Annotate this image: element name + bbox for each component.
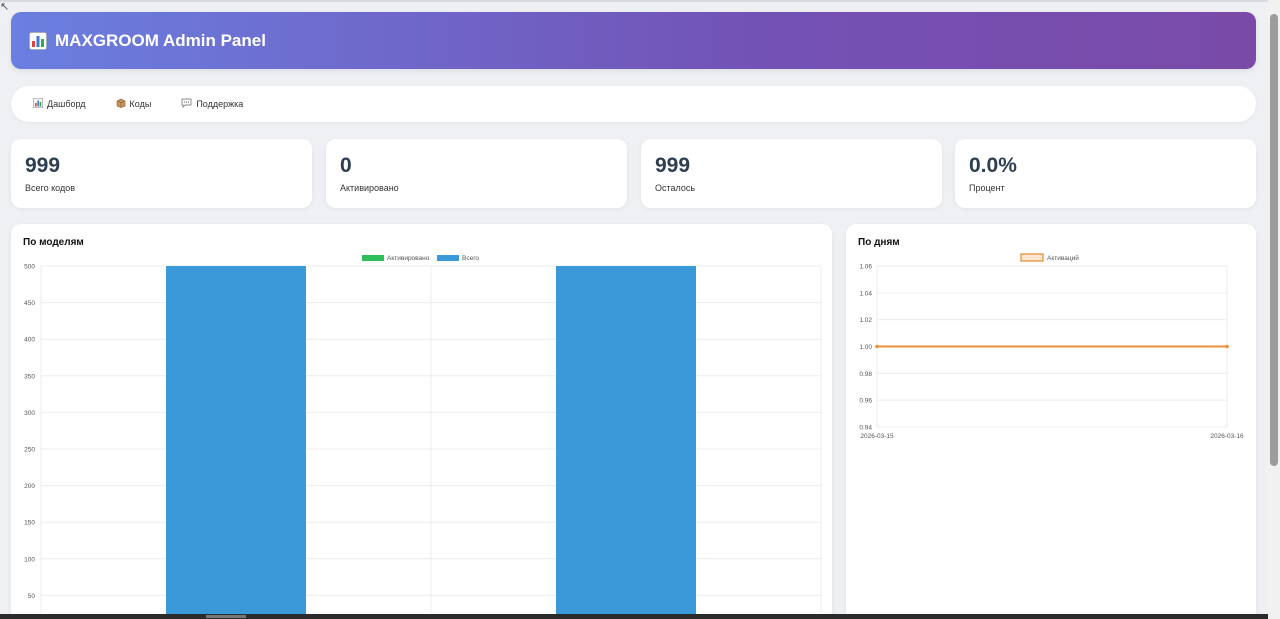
stat-value: 999 <box>25 154 61 177</box>
scrollbar-thumb[interactable] <box>206 615 246 618</box>
nav-label: Коды <box>129 99 152 109</box>
y-tick-label: 200 <box>24 483 35 490</box>
bar-chart-icon <box>33 97 43 111</box>
days-line-chart: 0.94 0.96 0.98 1.00 1.02 1.04 1.06 2026-03-15 20… <box>859 253 1244 440</box>
y-tick-label: 250 <box>24 447 35 454</box>
nav-item-support[interactable]: Поддержка <box>181 98 243 111</box>
legend-label: Активировано <box>387 255 430 262</box>
models-bar-chart: 50 100 150 200 250 300 350 400 450 500 Активирован… <box>24 255 822 619</box>
stat-value: 0.0% <box>969 154 1017 177</box>
y-tick-label: 350 <box>24 373 35 380</box>
data-point <box>1225 344 1229 349</box>
y-tick-label: 300 <box>24 410 35 417</box>
data-point <box>875 344 879 349</box>
y-tick-label: 1.02 <box>859 317 872 324</box>
stat-value: 999 <box>655 154 691 177</box>
bar-chart-icon <box>29 31 47 50</box>
bar-total <box>556 266 696 619</box>
legend-label: Всего <box>462 255 479 262</box>
package-icon <box>116 98 126 111</box>
stat-value: 0 <box>340 154 352 177</box>
y-tick-label: 1.06 <box>859 264 872 271</box>
mouse-cursor-icon: ↖ <box>0 1 10 13</box>
window-top-border <box>0 0 1268 2</box>
y-tick-label: 100 <box>24 556 35 563</box>
y-tick-label: 150 <box>24 520 35 527</box>
y-tick-label: 0.94 <box>859 425 872 432</box>
y-tick-label: 500 <box>24 264 35 271</box>
x-tick-label: 2026-03-16 <box>1210 433 1244 440</box>
y-tick-label: 1.00 <box>859 344 872 351</box>
x-tick-label: 2026-03-15 <box>860 433 894 440</box>
nav-item-dashboard[interactable]: Дашборд <box>33 97 86 111</box>
models-chart-panel: По моделям 50 100 150 200 250 300 350 400 450 500… <box>11 224 832 619</box>
main-nav: Дашборд Коды Поддержка <box>11 86 1256 122</box>
nav-label: Поддержка <box>196 99 244 109</box>
stat-label: Осталось <box>655 183 696 193</box>
y-tick-label: 0.96 <box>859 398 872 405</box>
y-tick-label: 450 <box>24 300 35 307</box>
stat-label: Активировано <box>340 183 399 193</box>
stat-card-activated: 0 Активировано <box>326 139 627 208</box>
horizontal-scrollbar[interactable] <box>0 614 1268 619</box>
legend-swatch <box>362 255 384 261</box>
days-chart-panel: По дням 0.94 0.96 0.98 1.00 1.02 1.04 1.06 2026… <box>846 224 1256 619</box>
stat-label: Процент <box>969 183 1005 193</box>
stat-card-total: 999 Всего кодов <box>11 139 312 208</box>
page-title: MAXGROOM Admin Panel <box>55 30 266 50</box>
stat-card-percent: 0.0% Процент <box>955 139 1256 208</box>
vertical-scrollbar[interactable] <box>1268 0 1280 619</box>
legend-swatch <box>437 255 459 261</box>
nav-label: Дашборд <box>47 99 86 109</box>
stat-label: Всего кодов <box>25 183 75 193</box>
legend-swatch <box>1020 253 1044 262</box>
app-header: MAXGROOM Admin Panel <box>11 12 1256 69</box>
y-tick-label: 50 <box>28 593 36 600</box>
y-tick-label: 400 <box>24 337 35 344</box>
scrollbar-thumb[interactable] <box>1270 14 1278 466</box>
speech-bubble-icon <box>181 98 192 111</box>
stat-card-remaining: 999 Осталось <box>641 139 942 208</box>
bar-total <box>166 266 306 619</box>
legend-label: Активаций <box>1047 254 1079 262</box>
y-tick-label: 0.98 <box>859 371 872 378</box>
nav-item-codes[interactable]: Коды <box>116 98 152 111</box>
y-tick-label: 1.04 <box>859 290 872 297</box>
